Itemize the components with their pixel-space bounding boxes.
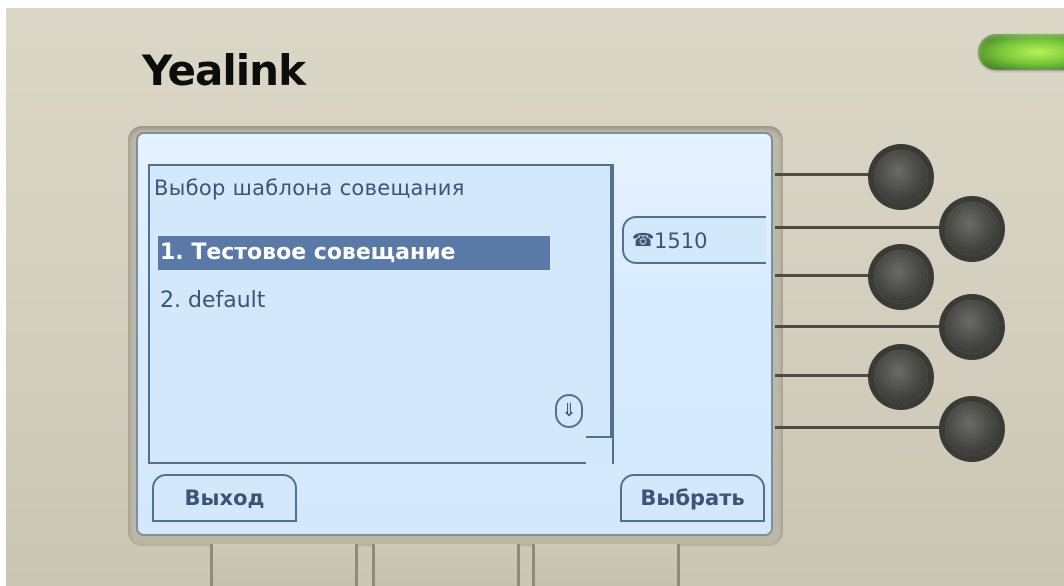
menu-panel: Выбор шаблона совещания 1. Тестовое сове… bbox=[148, 164, 612, 464]
softkey-bar: Выход Выбрать bbox=[138, 464, 771, 534]
line-key-button-5[interactable] bbox=[874, 350, 928, 404]
phone-body: Yealink Выбор шаблона совещания 1. Тесто… bbox=[0, 0, 1064, 586]
select-softkey[interactable]: Выбрать bbox=[620, 474, 765, 522]
line-key-button-4[interactable] bbox=[945, 300, 999, 354]
physical-softkey-1[interactable] bbox=[210, 544, 358, 586]
menu-item-test-conference[interactable]: 1. Тестовое совещание bbox=[158, 236, 550, 270]
physical-softkey-2[interactable] bbox=[372, 544, 520, 586]
menu-item-default[interactable]: 2. default bbox=[158, 284, 550, 318]
physical-softkey-3[interactable] bbox=[532, 544, 680, 586]
line-key-connector bbox=[775, 226, 950, 229]
top-edge bbox=[0, 0, 1064, 8]
line-key-connector bbox=[775, 426, 950, 429]
line-key-connector bbox=[775, 374, 885, 377]
arrow-down-icon[interactable]: ⇓ bbox=[555, 394, 583, 428]
brand-logo: Yealink bbox=[142, 46, 306, 95]
line-key-button-2[interactable] bbox=[945, 202, 999, 256]
line-key-button-6[interactable] bbox=[945, 402, 999, 456]
exit-softkey[interactable]: Выход bbox=[152, 474, 297, 522]
page-title: Выбор шаблона совещания bbox=[154, 176, 465, 200]
left-edge bbox=[0, 0, 6, 586]
phone-icon: ☎ bbox=[632, 230, 655, 251]
line-key-1510[interactable]: ☎ 1510 bbox=[622, 216, 766, 264]
line-key-connector bbox=[775, 274, 885, 277]
lcd-screen: Выбор шаблона совещания 1. Тестовое сове… bbox=[136, 132, 773, 536]
line-key-button-1[interactable] bbox=[874, 150, 928, 204]
line-key-connector bbox=[775, 325, 950, 328]
status-led bbox=[978, 34, 1064, 70]
line-key-label: 1510 bbox=[654, 229, 708, 253]
line-key-connector bbox=[775, 173, 885, 176]
line-key-button-3[interactable] bbox=[874, 250, 928, 304]
panel-divider bbox=[612, 164, 614, 464]
